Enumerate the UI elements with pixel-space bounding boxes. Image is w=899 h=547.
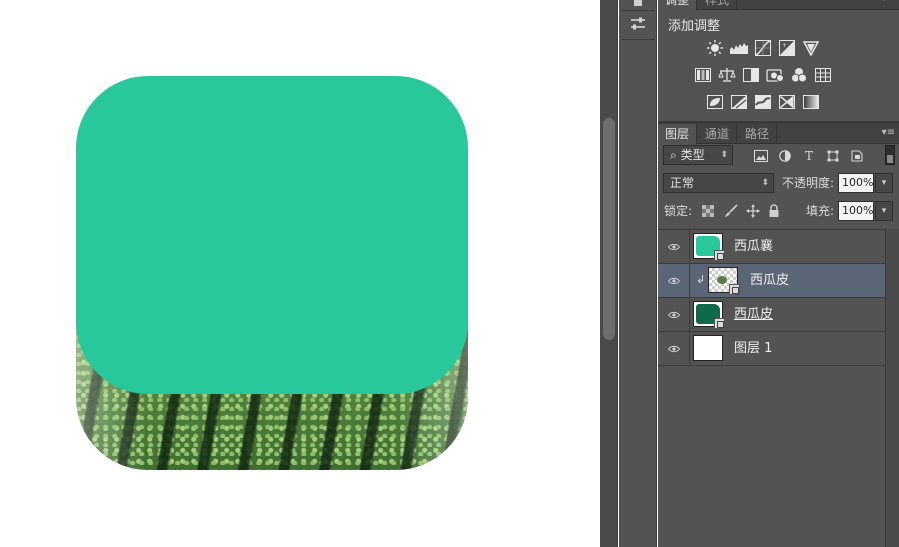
layer-thumbnail bbox=[693, 233, 725, 261]
opacity-dropdown-button[interactable]: ▾ bbox=[875, 173, 893, 193]
canvas-scrollbar[interactable] bbox=[600, 0, 618, 547]
add-adjustment-title: 添加调整 bbox=[668, 19, 721, 34]
shape-filter-icon[interactable] bbox=[824, 148, 842, 164]
layer-name[interactable]: 西瓜襄 bbox=[734, 230, 773, 264]
color-balance-icon[interactable] bbox=[717, 66, 737, 84]
filter-kind-value: 类型 bbox=[680, 148, 705, 162]
tab-paths[interactable]: 路径 bbox=[738, 124, 778, 144]
clipping-mask-arrow-icon: ↲ bbox=[696, 273, 706, 286]
visibility-eye-icon[interactable] bbox=[658, 230, 690, 264]
updown-caret-icon: ⬍ bbox=[720, 150, 728, 160]
layers-list: 西瓜襄 ↲ 西瓜皮 西瓜皮 图层 1 bbox=[658, 229, 885, 547]
watermelon-flesh-shape bbox=[76, 76, 468, 394]
search-icon: ⌕ bbox=[670, 148, 677, 162]
lock-position-move-icon[interactable] bbox=[746, 204, 760, 218]
shape-layer-badge-icon bbox=[714, 318, 725, 329]
shape-layer-badge-icon bbox=[714, 250, 725, 261]
brightness-icon[interactable] bbox=[705, 39, 725, 57]
layer-name[interactable]: 西瓜皮 bbox=[750, 264, 789, 298]
invert-icon[interactable] bbox=[705, 93, 725, 111]
lock-label: 锁定: bbox=[664, 204, 693, 218]
vibrance-icon[interactable] bbox=[801, 39, 821, 57]
tab-styles[interactable]: 样式 bbox=[698, 0, 738, 10]
layer-row-flesh[interactable]: 西瓜襄 bbox=[658, 230, 885, 264]
visibility-eye-icon[interactable] bbox=[658, 264, 690, 298]
document-canvas[interactable] bbox=[0, 0, 600, 547]
gradient-map-icon[interactable] bbox=[801, 93, 821, 111]
lock-transparent-pixels-icon[interactable] bbox=[702, 205, 714, 217]
color-lookup-icon[interactable] bbox=[813, 66, 833, 84]
adjustments-tabbar: 调整 样式 ▾≡ bbox=[658, 0, 899, 10]
tab-adjustments[interactable]: 调整 bbox=[658, 0, 698, 10]
visibility-eye-icon[interactable] bbox=[658, 298, 690, 332]
smart-object-filter-icon[interactable] bbox=[848, 148, 866, 164]
adjustment-filter-icon[interactable] bbox=[776, 148, 794, 164]
hue-saturation-icon[interactable] bbox=[693, 66, 713, 84]
layer-name[interactable]: 西瓜皮 bbox=[734, 298, 773, 332]
curves-icon[interactable] bbox=[753, 39, 773, 57]
panel-menu-icon[interactable]: ▾≡ bbox=[882, 127, 895, 138]
scroll-thumb[interactable] bbox=[603, 118, 615, 340]
layers-tabbar: 图层 通道 路径 ▾≡ bbox=[658, 124, 899, 144]
blend-mode-select[interactable]: 正常 ⬍ bbox=[663, 173, 774, 193]
properties-sliders-icon[interactable] bbox=[623, 10, 653, 38]
opacity-input[interactable]: 100% bbox=[838, 173, 874, 193]
levels-icon[interactable] bbox=[729, 39, 749, 57]
dock-separator bbox=[621, 39, 655, 40]
channel-mixer-icon[interactable] bbox=[789, 66, 809, 84]
smart-object-thumbnail bbox=[708, 267, 740, 295]
exposure-icon[interactable]: + bbox=[777, 39, 797, 57]
lock-all-icon[interactable] bbox=[768, 204, 780, 218]
opacity-label: 不透明度: bbox=[782, 176, 835, 190]
right-panels: 调整 样式 ▾≡ 添加调整 + bbox=[658, 0, 899, 547]
fill-dropdown-button[interactable]: ▾ bbox=[875, 201, 893, 221]
panel-menu-icon[interactable]: ▾≡ bbox=[882, 0, 895, 4]
updown-caret-icon: ⬍ bbox=[761, 178, 769, 188]
threshold-icon[interactable] bbox=[753, 93, 773, 111]
fill-label: 填充: bbox=[806, 204, 835, 218]
tab-channels[interactable]: 通道 bbox=[698, 124, 738, 144]
posterize-icon[interactable] bbox=[729, 93, 749, 111]
photo-filter-icon[interactable] bbox=[765, 66, 785, 84]
fill-input[interactable]: 100% bbox=[838, 201, 874, 221]
photoshop-window: 调整 样式 ▾≡ 添加调整 + bbox=[0, 0, 899, 547]
image-filter-icon[interactable] bbox=[752, 148, 770, 164]
panel-dock-strip bbox=[619, 0, 657, 547]
filter-toggle-switch[interactable] bbox=[885, 145, 895, 165]
layer-filter-kind-select[interactable]: ⌕ 类型 ⬍ bbox=[663, 145, 733, 165]
layer-thumbnail bbox=[693, 335, 723, 361]
type-filter-icon[interactable]: T bbox=[800, 148, 818, 164]
layer-thumbnail bbox=[693, 301, 725, 329]
layer-row-rind-clipped[interactable]: ↲ 西瓜皮 bbox=[658, 264, 885, 298]
smart-object-badge-icon bbox=[729, 284, 740, 295]
tab-layers[interactable]: 图层 bbox=[658, 124, 698, 144]
lock-image-pixels-brush-icon[interactable] bbox=[724, 204, 738, 218]
layer-row-background[interactable]: 图层 1 bbox=[658, 332, 885, 366]
svg-text:+: + bbox=[782, 42, 787, 49]
blend-mode-value: 正常 bbox=[670, 176, 695, 190]
visibility-eye-icon[interactable] bbox=[658, 332, 690, 366]
layers-scrollbar[interactable] bbox=[885, 229, 899, 547]
layer-row-rind[interactable]: 西瓜皮 bbox=[658, 298, 885, 332]
watermelon-thumb-image bbox=[717, 276, 727, 284]
layer-name[interactable]: 图层 1 bbox=[734, 332, 772, 366]
selective-color-icon[interactable] bbox=[777, 93, 797, 111]
black-white-icon[interactable] bbox=[741, 66, 761, 84]
